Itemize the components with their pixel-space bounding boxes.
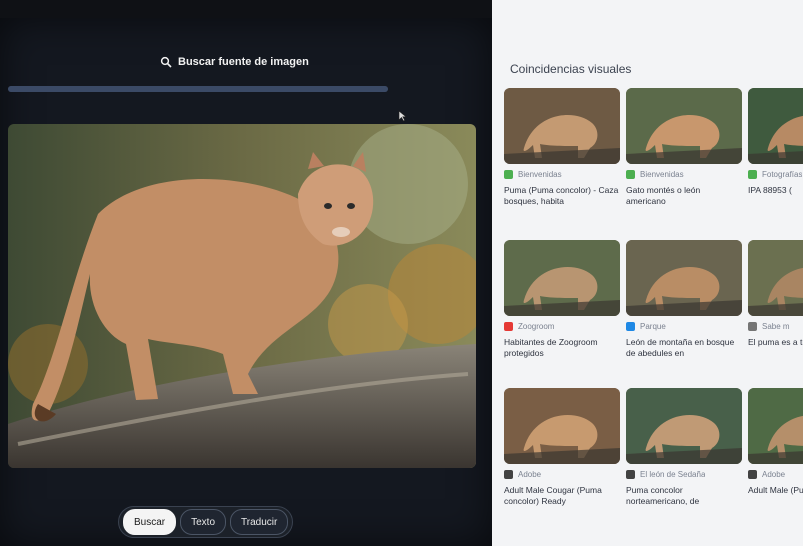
translate-mode-button[interactable]: Traducir [230, 509, 289, 535]
source-favicon-icon [504, 470, 513, 479]
source-favicon-icon [748, 322, 757, 331]
cougar-thumbnail-image [504, 388, 620, 464]
match-thumbnail[interactable] [748, 88, 803, 164]
match-source-name: Fotografías [762, 170, 803, 179]
results-title: Coincidencias visuales [510, 62, 632, 76]
match-thumbnail[interactable] [504, 88, 620, 164]
match-source-name: Zoogroom [518, 322, 555, 331]
selected-photo[interactable] [8, 124, 476, 468]
match-source-name: Adobe [762, 470, 786, 479]
match-source: Bienvenidas [626, 170, 742, 179]
mouse-cursor-icon [398, 110, 407, 122]
match-source: Sabe m [748, 322, 803, 331]
match-source-name: Adobe [518, 470, 542, 479]
match-caption[interactable]: Puma (Puma concolor) - Caza bosques, hab… [504, 185, 620, 209]
visual-match-card[interactable]: Parque León de montaña en bosque de abedu… [626, 240, 742, 361]
match-source-name: Bienvenidas [640, 170, 684, 179]
source-favicon-icon [748, 470, 757, 479]
action-toolbar: Buscar Texto Traducir [118, 506, 294, 538]
match-source-name: Parque [640, 322, 666, 331]
visual-match-card[interactable]: El león de Sedaña Puma concolor norteamer… [626, 388, 742, 509]
cougar-thumbnail-image [626, 88, 742, 164]
match-thumbnail[interactable] [626, 88, 742, 164]
visual-match-card[interactable]: Adobe Adult Male Cougar (Puma concolor) R… [504, 388, 620, 509]
cougar-thumbnail-image [748, 240, 803, 316]
visual-match-card[interactable]: Sabe m El puma es a través de a [748, 240, 803, 361]
visual-match-card[interactable]: Fotografías IPA 88953 ( [748, 88, 803, 209]
match-thumbnail[interactable] [626, 240, 742, 316]
match-thumbnail[interactable] [626, 388, 742, 464]
cougar-thumbnail-image [504, 240, 620, 316]
source-favicon-icon [504, 170, 513, 179]
cougar-thumbnail-image [748, 388, 803, 464]
match-thumbnail[interactable] [748, 388, 803, 464]
search-source-label: Buscar fuente de imagen [178, 56, 309, 68]
text-mode-button[interactable]: Texto [180, 509, 227, 535]
loading-progress-fill [8, 86, 388, 92]
source-favicon-icon [504, 322, 513, 331]
visual-match-card[interactable]: Zoogroom Habitantes de Zoogroom protegido… [504, 240, 620, 361]
match-caption[interactable]: IPA 88953 ( [748, 185, 803, 209]
search-image-icon [160, 56, 172, 68]
match-source-name: Bienvenidas [518, 170, 562, 179]
match-caption[interactable]: Adult Male Cougar (Puma concolor) Ready [504, 485, 620, 509]
source-favicon-icon [748, 170, 757, 179]
visual-match-card[interactable]: Bienvenidas Gato montés o león americano [626, 88, 742, 209]
visual-match-card[interactable]: Adobe Adult Male (Puma conco [748, 388, 803, 509]
match-caption[interactable]: El puma es a través de a [748, 337, 803, 361]
visual-matches-panel: Coincidencias visuales Bienvenidas Puma (… [492, 0, 803, 546]
cougar-thumbnail-image [626, 240, 742, 316]
cougar-photo [8, 124, 476, 468]
cougar-thumbnail-image [748, 88, 803, 164]
loading-progress-bar [8, 86, 388, 92]
source-favicon-icon [626, 470, 635, 479]
match-caption[interactable]: Habitantes de Zoogroom protegidos [504, 337, 620, 361]
cougar-thumbnail-image [626, 388, 742, 464]
match-source: Zoogroom [504, 322, 620, 331]
search-mode-button[interactable]: Buscar [123, 509, 177, 535]
match-thumbnail[interactable] [504, 388, 620, 464]
search-image-source-button[interactable]: Buscar fuente de imagen [150, 50, 319, 74]
source-favicon-icon [626, 322, 635, 331]
match-source: Parque [626, 322, 742, 331]
match-source: Adobe [504, 470, 620, 479]
match-caption[interactable]: Puma concolor norteamericano, de [626, 485, 742, 509]
cougar-thumbnail-image [504, 88, 620, 164]
source-favicon-icon [626, 170, 635, 179]
match-source: Adobe [748, 470, 803, 479]
match-source-name: El león de Sedaña [640, 470, 706, 479]
match-source: Fotografías [748, 170, 803, 179]
match-source: Bienvenidas [504, 170, 620, 179]
match-caption[interactable]: León de montaña en bosque de abedules en [626, 337, 742, 361]
match-thumbnail[interactable] [748, 240, 803, 316]
match-caption[interactable]: Gato montés o león americano [626, 185, 742, 209]
match-caption[interactable]: Adult Male (Puma conco [748, 485, 803, 509]
visual-match-card[interactable]: Bienvenidas Puma (Puma concolor) - Caza b… [504, 88, 620, 209]
match-source-name: Sabe m [762, 322, 790, 331]
match-thumbnail[interactable] [504, 240, 620, 316]
match-source: El león de Sedaña [626, 470, 742, 479]
